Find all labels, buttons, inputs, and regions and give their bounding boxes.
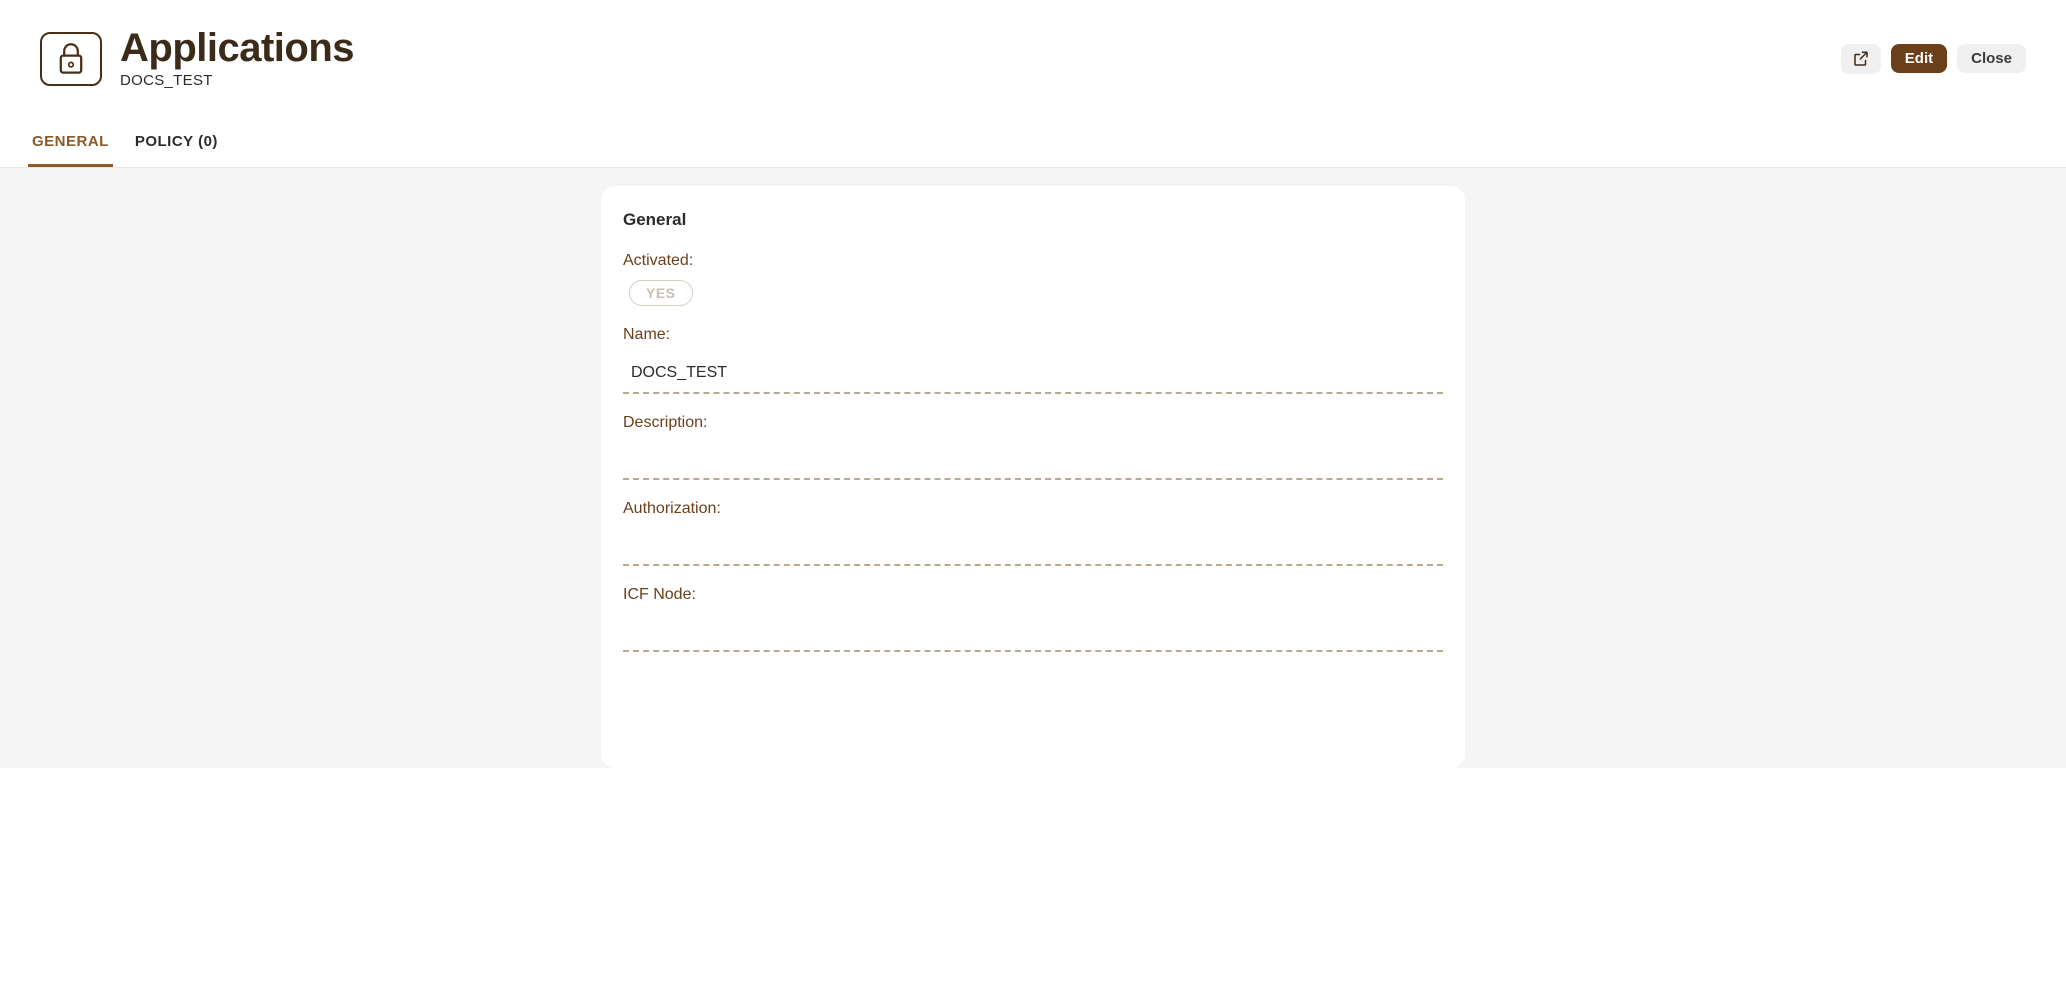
edit-button[interactable]: Edit xyxy=(1891,44,1947,73)
page-header: Applications DOCS_TEST Edit Close xyxy=(0,0,2066,117)
field-name: Name: xyxy=(623,326,1443,394)
field-description-label: Description: xyxy=(623,414,1443,432)
field-authorization: Authorization: xyxy=(623,500,1443,566)
page-title: Applications xyxy=(120,28,354,68)
authorization-input[interactable] xyxy=(623,530,1443,566)
page-subtitle: DOCS_TEST xyxy=(120,72,354,89)
field-name-label: Name: xyxy=(623,326,1443,344)
header-titles: Applications DOCS_TEST xyxy=(120,28,354,89)
description-input[interactable] xyxy=(623,444,1443,480)
name-input[interactable] xyxy=(623,356,1443,394)
share-button[interactable] xyxy=(1841,44,1881,74)
activated-toggle[interactable]: YES xyxy=(629,280,693,306)
field-icf-node: ICF Node: xyxy=(623,586,1443,652)
content-area: General Activated: YES Name: Description… xyxy=(0,168,2066,768)
close-button[interactable]: Close xyxy=(1957,44,2026,73)
field-activated-label: Activated: xyxy=(623,252,1443,270)
icf-node-input[interactable] xyxy=(623,616,1443,652)
card-title: General xyxy=(623,210,1443,230)
share-icon xyxy=(1852,50,1870,68)
tab-general[interactable]: GENERAL xyxy=(28,117,113,167)
tab-policy[interactable]: POLICY (0) xyxy=(131,117,222,167)
field-authorization-label: Authorization: xyxy=(623,500,1443,518)
header-actions: Edit Close xyxy=(1841,44,2026,74)
header-left: Applications DOCS_TEST xyxy=(40,28,354,89)
field-description: Description: xyxy=(623,414,1443,480)
field-activated: Activated: YES xyxy=(623,252,1443,306)
application-lock-icon xyxy=(40,32,102,86)
field-icf-node-label: ICF Node: xyxy=(623,586,1443,604)
tabs: GENERAL POLICY (0) xyxy=(0,117,2066,168)
general-card: General Activated: YES Name: Description… xyxy=(601,186,1465,768)
